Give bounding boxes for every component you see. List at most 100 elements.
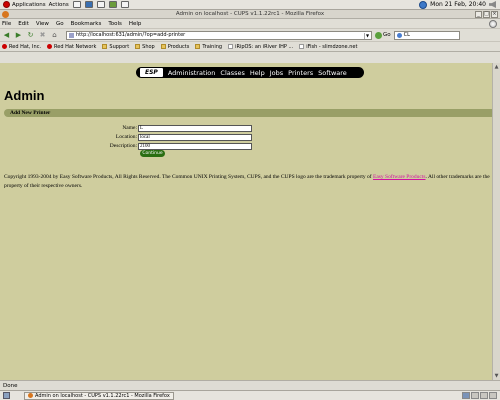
bookmark-item[interactable]: Red Hat, Inc. [2,44,41,50]
menu-help[interactable]: Help [129,21,142,27]
calc-launcher-icon[interactable] [108,1,117,8]
close-button[interactable]: × [491,11,498,18]
workspace-4[interactable] [489,392,497,399]
writer-launcher-icon[interactable] [96,1,105,8]
reload-icon[interactable]: ↻ [26,31,35,40]
menu-edit[interactable]: Edit [18,21,29,27]
impress-launcher-icon[interactable] [120,1,129,8]
search-value: CL [403,32,410,38]
volume-icon[interactable] [489,1,496,8]
bottom-panel: Admin on localhost - CUPS v1.1.22rc1 - M… [0,390,500,400]
name-label: Name: [122,125,137,131]
bookmark-label: Red Hat Network [54,43,97,50]
applications-menu[interactable]: Applications [3,1,46,8]
web-browser-launcher-icon[interactable] [72,1,81,8]
workspace-1[interactable] [462,392,470,399]
nav-software[interactable]: Software [318,69,347,77]
google-search-icon [396,32,402,38]
forward-arrow-icon[interactable]: ▶ [14,31,23,40]
url-text: http://localhost:631/admin/?op=add-print… [76,32,186,38]
redhat-icon [47,44,53,49]
location-row: Location: local [0,133,260,141]
panel-tray: Mon 21 Feb, 20:40 [419,0,496,9]
description-label: Description: [109,143,137,149]
go-button[interactable]: Go [375,31,391,39]
menu-file[interactable]: File [2,21,11,27]
bookmark-label: Training [202,43,223,50]
name-row: Name: L [0,124,260,132]
description-field[interactable]: 2100 [138,142,252,150]
bookmark-folder[interactable]: Support [102,44,129,50]
minimize-button[interactable]: _ [475,11,482,18]
throbber-icon [489,19,497,28]
browser-window: Admin on localhost - CUPS v1.1.22rc1 - M… [0,10,500,390]
go-label: Go [383,32,391,38]
nav-jobs[interactable]: Jobs [270,69,283,77]
nav-help[interactable]: Help [250,69,265,77]
search-input[interactable]: CL [393,30,460,40]
home-icon[interactable]: ⌂ [50,31,59,40]
cups-navbar: ESP Administration Classes Help Jobs Pri… [136,67,364,78]
network-icon[interactable] [419,0,428,9]
top-panel: Applications Actions Mon 21 Feb, 20:40 [0,0,500,10]
folder-icon [195,44,201,49]
bookmark-item[interactable]: iRipOS: an iRiver IHP ... [228,44,293,50]
page-title: Admin [4,88,45,103]
firefox-icon[interactable] [2,11,9,18]
menu-go[interactable]: Go [56,21,64,27]
menu-bookmarks[interactable]: Bookmarks [71,21,102,27]
bookmark-label: Shop [142,43,155,50]
taskbar-window-label: Admin on localhost - CUPS v1.1.22rc1 - M… [35,392,170,399]
nav-printers[interactable]: Printers [288,69,313,77]
scroll-down-icon[interactable]: ▼ [493,372,500,380]
folder-icon [160,44,166,49]
folder-icon [135,44,141,49]
menu-view[interactable]: View [36,21,49,27]
window-title: Admin on localhost - CUPS v1.1.22rc1 - M… [175,11,325,17]
nav-administration[interactable]: Administration [168,69,216,77]
bookmark-folder[interactable]: Products [160,43,190,50]
show-desktop-icon[interactable] [3,392,10,399]
url-bar[interactable]: http://localhost:631/admin/?op=add-print… [66,30,372,40]
nav-classes[interactable]: Classes [220,69,245,77]
copyright-text: Copyright 1993-2004 by Easy Software Pro… [4,174,373,180]
window-controls: _ □ × [474,11,498,18]
location-field[interactable]: local [138,133,252,141]
workspace-2[interactable] [471,392,479,399]
actions-label: Actions [48,1,69,8]
bookmark-label: iRipOS: an iRiver IHP ... [235,43,294,50]
window-titlebar[interactable]: Admin on localhost - CUPS v1.1.22rc1 - M… [0,10,500,19]
name-field[interactable]: L [138,124,252,132]
menubar: File Edit View Go Bookmarks Tools Help [0,19,500,29]
menu-tools[interactable]: Tools [108,21,122,27]
bookmark-folder[interactable]: Shop [135,44,155,50]
esp-link[interactable]: Easy Software Products [373,174,426,180]
taskbar-window-button[interactable]: Admin on localhost - CUPS v1.1.22rc1 - M… [24,391,174,400]
back-arrow-icon[interactable]: ◀ [2,31,11,40]
bookmark-label: Products [167,43,190,50]
workspace-3[interactable] [480,392,488,399]
description-row: Description: 2100 [0,142,260,150]
clock[interactable]: Mon 21 Feb, 20:40 [430,1,486,8]
bookmark-label: Red Hat, Inc. [9,43,42,50]
go-arrow-icon [375,31,382,39]
bookmarks-toolbar: Red Hat, Inc. Red Hat Network Support Sh… [0,42,500,52]
maximize-button[interactable]: □ [483,11,490,18]
navigation-toolbar: ◀ ▶ ↻ ✖ ⌂ http://localhost:631/admin/?op… [0,29,500,42]
bookmark-label: iFish - slimdzone.net [306,43,358,50]
continue-button[interactable]: Continue [140,150,165,157]
esp-logo[interactable]: ESP [140,68,163,77]
actions-menu[interactable]: Actions [49,2,69,8]
url-dropdown-icon[interactable]: ▼ [364,32,370,39]
firefox-icon [28,393,33,398]
bookmark-folder[interactable]: Training [195,44,222,50]
bookmark-item[interactable]: iFish - slimdzone.net [299,44,357,50]
scroll-up-icon[interactable]: ▲ [493,63,500,71]
folder-icon [102,44,108,49]
bookmark-label: Support [109,43,130,50]
vertical-scrollbar[interactable]: ▲ ▼ [492,63,500,380]
page-favicon-icon [69,32,74,38]
bookmark-item[interactable]: Red Hat Network [47,44,96,50]
email-launcher-icon[interactable] [84,1,93,8]
stop-icon[interactable]: ✖ [38,31,47,40]
